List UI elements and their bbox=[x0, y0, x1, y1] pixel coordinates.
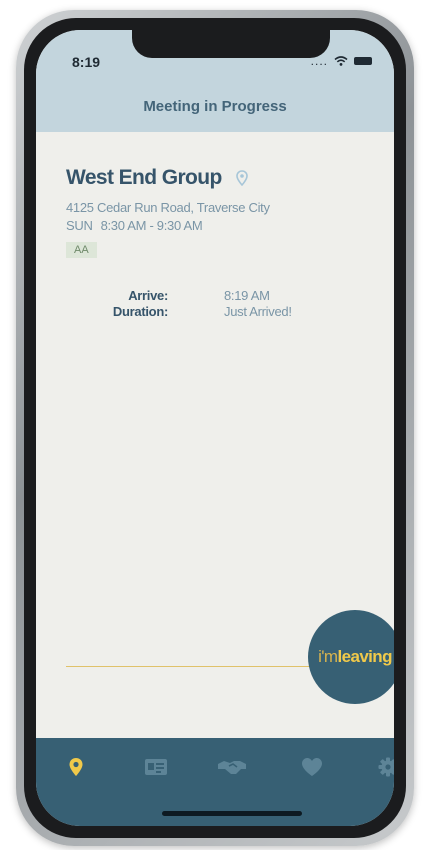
arrive-label: Arrive: bbox=[128, 288, 168, 303]
tab-settings[interactable] bbox=[370, 752, 394, 782]
leave-slider-track bbox=[66, 666, 318, 667]
map-pin-icon[interactable] bbox=[235, 170, 248, 186]
map-pin-icon bbox=[69, 758, 83, 776]
battery-icon bbox=[354, 57, 372, 65]
meeting-day: SUN bbox=[66, 218, 93, 233]
tab-contacts[interactable] bbox=[138, 752, 174, 782]
phone-frame: 8:19 .... Meeting in Progress West End G… bbox=[16, 10, 414, 846]
im-leaving-button[interactable]: i'm leaving bbox=[308, 610, 394, 704]
status-time: 8:19 bbox=[72, 54, 101, 70]
status-icons: .... bbox=[311, 54, 372, 68]
gear-icon bbox=[378, 757, 394, 777]
meeting-name: West End Group bbox=[66, 166, 222, 189]
leave-button-prefix: i'm bbox=[318, 647, 338, 666]
tab-meetings[interactable] bbox=[58, 752, 94, 782]
handshake-icon bbox=[218, 761, 246, 774]
meeting-schedule: SUN 8:30 AM - 9:30 AM bbox=[66, 218, 203, 233]
attendance-info: Arrive: 8:19 AM Duration: Just Arrived! bbox=[36, 288, 394, 320]
meeting-content: West End Group 4125 Cedar Run Road, Trav… bbox=[36, 132, 394, 738]
tab-fellowship[interactable] bbox=[214, 752, 250, 782]
duration-label: Duration: bbox=[112, 304, 168, 319]
id-card-icon bbox=[145, 759, 167, 775]
meeting-title-row: West End Group bbox=[66, 166, 248, 190]
wifi-icon bbox=[334, 56, 348, 66]
meeting-type-badge: AA bbox=[66, 242, 97, 258]
tab-favorites[interactable] bbox=[294, 752, 330, 782]
duration-value: Just Arrived! bbox=[224, 304, 292, 319]
meeting-address: 4125 Cedar Run Road, Traverse City bbox=[66, 200, 270, 215]
tab-bar bbox=[36, 738, 394, 826]
signal-dots-icon: .... bbox=[310, 54, 328, 68]
camera-notch bbox=[132, 30, 330, 58]
phone-bezel: 8:19 .... Meeting in Progress West End G… bbox=[24, 18, 406, 838]
leave-button-action: leaving bbox=[337, 647, 393, 666]
app-screen: 8:19 .... Meeting in Progress West End G… bbox=[36, 30, 394, 826]
duration-row: Duration: Just Arrived! bbox=[36, 304, 394, 320]
arrive-row: Arrive: 8:19 AM bbox=[36, 288, 394, 304]
arrive-value: 8:19 AM bbox=[224, 288, 270, 303]
meeting-time-range: 8:30 AM - 9:30 AM bbox=[100, 218, 203, 233]
heart-icon bbox=[302, 758, 322, 776]
header-bar: 8:19 .... Meeting in Progress bbox=[36, 30, 394, 132]
page-title: Meeting in Progress bbox=[143, 98, 287, 115]
home-indicator[interactable] bbox=[162, 811, 302, 816]
